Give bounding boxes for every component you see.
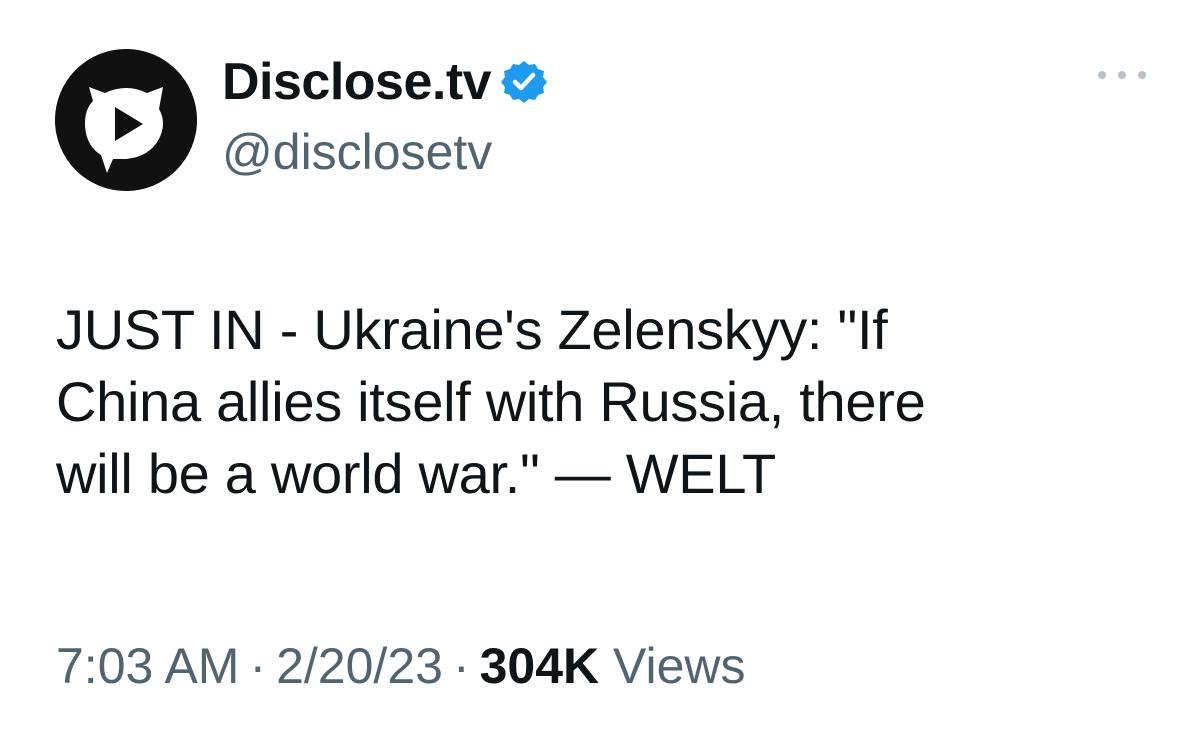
views-count[interactable]: 304K [480, 638, 600, 694]
verified-badge-icon [501, 59, 548, 105]
tweet-date[interactable]: 2/20/23 [276, 638, 443, 694]
tweet-text-line: JUST IN - Ukraine's Zelenskyy: "If [56, 298, 888, 361]
tweet-text: JUST IN - Ukraine's Zelenskyy: "If China… [56, 294, 1166, 510]
tweet-card: Disclose.tv @disclosetv JUST IN - Ukrain… [0, 0, 1200, 742]
meta-separator: · [249, 638, 267, 694]
more-dot [1138, 71, 1146, 79]
tweet-meta: 7:03 AM · 2/20/23 · 304K Views [56, 634, 746, 698]
author-name-row[interactable]: Disclose.tv [222, 52, 548, 112]
meta-separator: · [452, 638, 470, 694]
tweet-text-line: will be a world war." — WELT [56, 442, 776, 505]
tweet-time[interactable]: 7:03 AM [56, 638, 239, 694]
views-label[interactable]: Views [613, 638, 745, 694]
play-speech-bubble-cat-icon [55, 49, 197, 191]
tweet-text-line: China allies itself with Russia, there [56, 370, 926, 433]
more-dot [1098, 71, 1106, 79]
display-name[interactable]: Disclose.tv [222, 52, 492, 112]
more-dot [1118, 71, 1126, 79]
author-handle[interactable]: @disclosetv [222, 122, 492, 182]
more-options-icon[interactable] [1098, 60, 1146, 90]
avatar[interactable] [55, 49, 197, 191]
